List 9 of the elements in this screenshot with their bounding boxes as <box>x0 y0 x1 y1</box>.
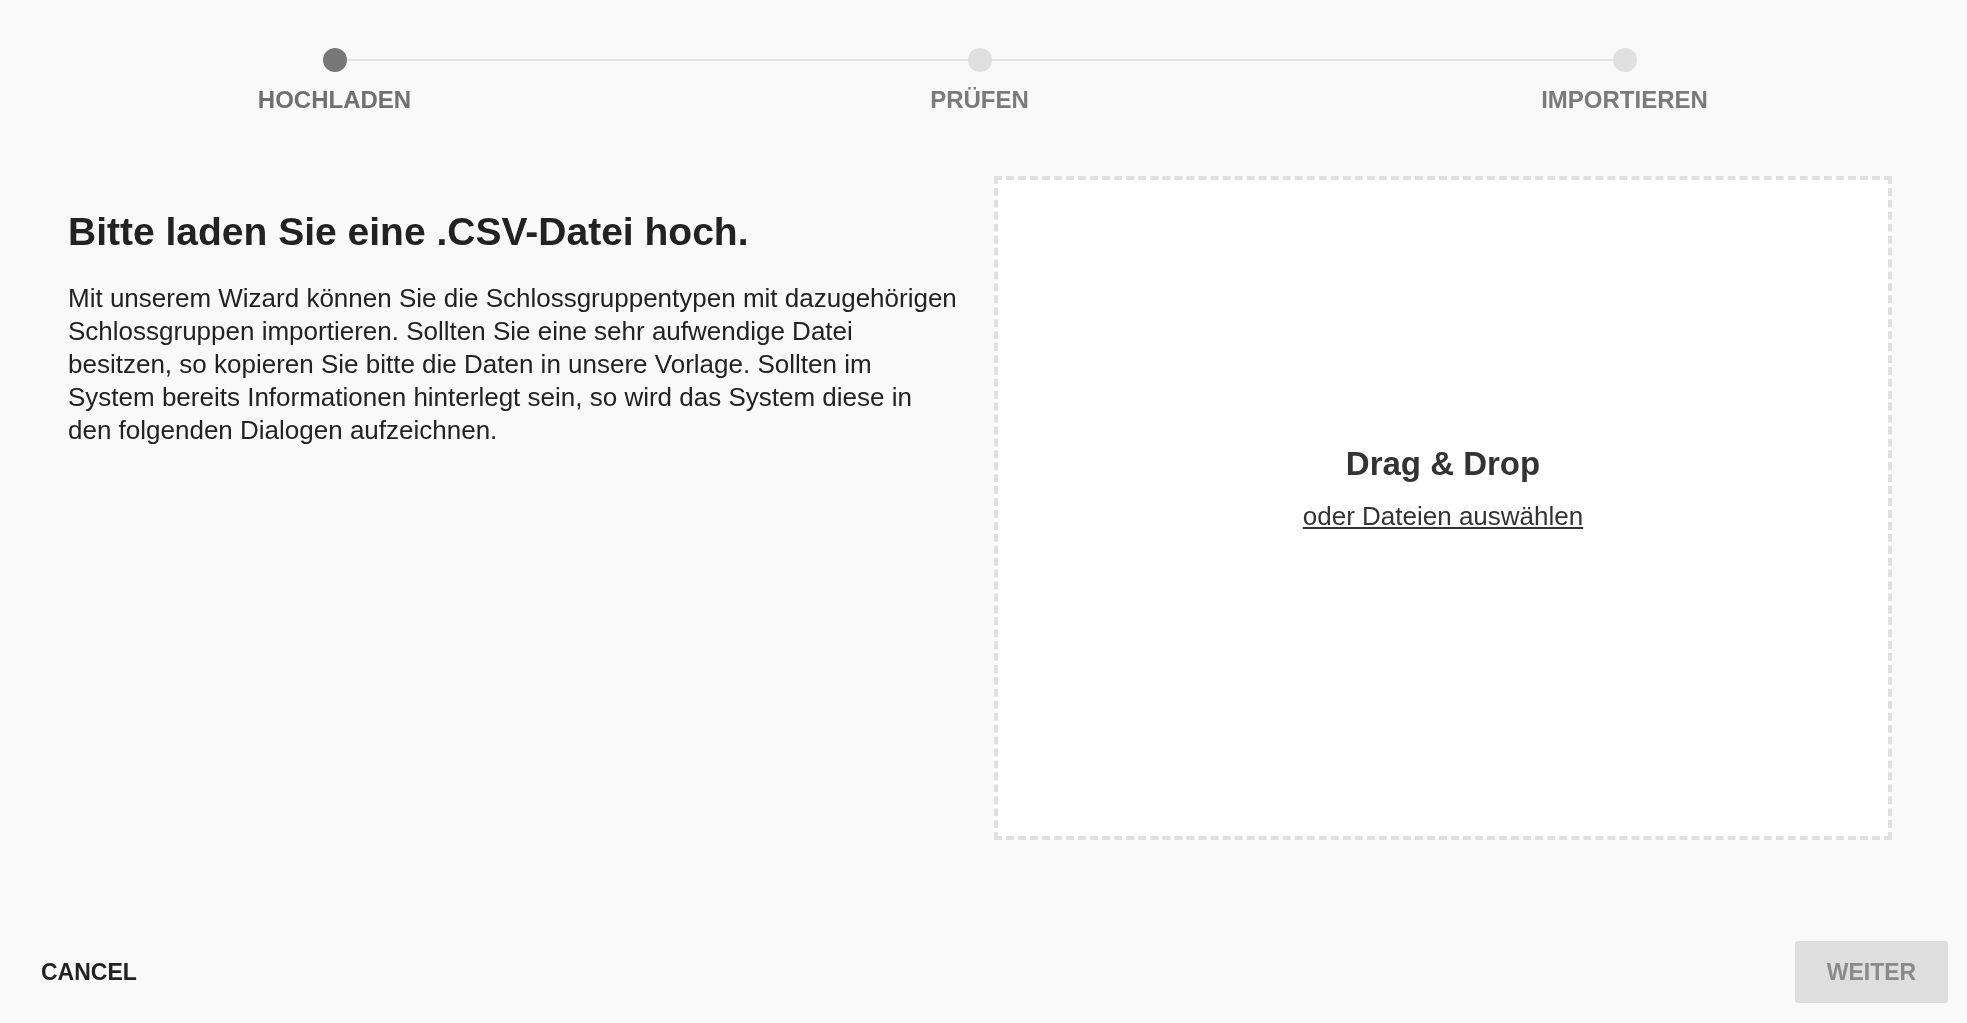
step-label: HOCHLADEN <box>257 86 412 114</box>
page-heading: Bitte laden Sie eine .CSV-Datei hoch. <box>68 210 750 254</box>
drop-zone[interactable]: Drag & Drop oder Dateien auswählen <box>994 176 1892 840</box>
drop-zone-title: Drag & Drop <box>1345 444 1541 483</box>
step-label: PRÜFEN <box>930 86 1029 114</box>
choose-files-link[interactable]: oder Dateien auswählen <box>1302 500 1584 532</box>
cancel-button[interactable]: CANCEL <box>30 948 148 996</box>
step-label: IMPORTIEREN <box>1541 86 1708 114</box>
description-text: Mit unserem Wizard können Sie die Schlossgruppentypen mit dazugehörigen Schlossgruppen importieren. Sollten Sie eine sehr aufwendige Datei besitzen, so kopieren Sie bitte die Daten in unsere Vorlage. Sollten im System bereits Informationen hinterlegt sein, so wird das System diese in den folgenden Dialogen aufzeichnen. <box>68 282 958 447</box>
